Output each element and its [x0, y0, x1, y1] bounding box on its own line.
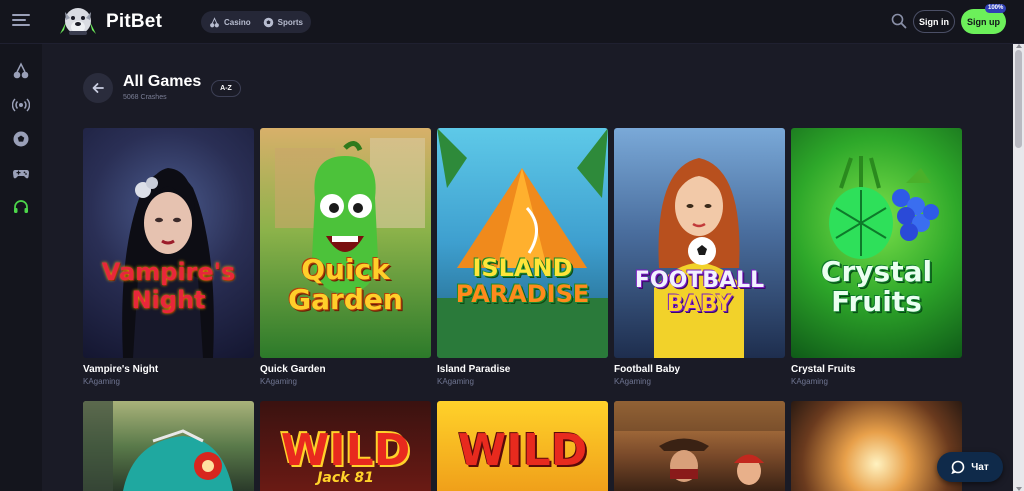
game-thumbnail	[614, 401, 785, 491]
headset-icon	[14, 200, 28, 213]
game-thumbnail: Vampire's Night	[83, 128, 254, 358]
game-art-subtitle: Night	[131, 286, 206, 314]
game-name: Football Baby	[614, 364, 681, 375]
sign-in-button[interactable]: Sign in	[913, 10, 955, 33]
game-art-subtitle: Jack 81	[317, 470, 374, 486]
game-provider: KAgaming	[791, 377, 828, 386]
top-bar: PitBet Casino Sports Sign in Sign up 100…	[0, 0, 1024, 44]
game-provider: KAgaming	[437, 377, 474, 386]
football-girl-illustration	[654, 158, 744, 358]
game-art-subtitle: BABY	[666, 292, 733, 317]
sidebar-item-games[interactable]	[12, 164, 30, 182]
game-provider: KAgaming	[260, 377, 297, 386]
game-tile-vampires-night[interactable]: Vampire's Night Vampire's Night KAgaming	[83, 128, 254, 386]
logo[interactable]: PitBet	[56, 4, 162, 40]
game-art-title: ISLAND	[472, 254, 573, 282]
page-scrollbar[interactable]	[1013, 44, 1024, 491]
game-art-title: Vampire's	[101, 258, 236, 286]
game-name: Island Paradise	[437, 364, 511, 375]
game-art-title: FOOTBALL	[634, 268, 765, 293]
logo-text: PitBet	[106, 11, 163, 32]
game-art-subtitle: Garden	[288, 283, 403, 316]
nav-casino-label: Casino	[224, 17, 251, 27]
search-icon[interactable]	[891, 13, 907, 29]
game-thumbnail: WILD Jack 81	[260, 401, 431, 491]
game-art-title: Crystal	[820, 255, 933, 288]
sort-az-button[interactable]: A-Z	[211, 80, 241, 97]
game-art-subtitle: PARADISE	[455, 280, 590, 308]
sidebar	[0, 44, 42, 491]
pitbull-logo-icon	[60, 8, 96, 35]
soccer-ball-icon	[263, 17, 273, 27]
top-nav: Casino Sports	[201, 11, 312, 33]
cherries-icon	[210, 16, 219, 27]
gamepad-icon	[13, 170, 29, 179]
cherries-icon	[13, 62, 29, 79]
scroll-up-arrow-icon[interactable]	[1016, 44, 1022, 48]
crystal-fruits-illustration	[829, 156, 939, 259]
game-thumbnail: WILD	[437, 401, 608, 491]
sidebar-item-support[interactable]	[12, 198, 30, 216]
sidebar-item-live[interactable]	[11, 96, 31, 114]
games-count: 5068 Crashes	[123, 94, 167, 101]
car-illustration	[83, 401, 233, 491]
pepper-illustration	[275, 138, 425, 293]
game-art-title: Quick	[301, 253, 390, 286]
game-name: Quick Garden	[260, 364, 326, 375]
back-button[interactable]	[83, 73, 113, 103]
page-title: All Games	[123, 73, 202, 90]
game-thumbnail: FOOTBALL BABY	[614, 128, 785, 358]
nav-casino[interactable]: Casino	[209, 16, 251, 28]
game-thumbnail: ISLAND PARADISE	[437, 128, 608, 358]
nav-sports[interactable]: Sports	[263, 17, 303, 28]
arrow-left-icon	[92, 83, 104, 93]
scroll-thumb[interactable]	[1015, 50, 1022, 148]
game-thumbnail	[791, 401, 962, 491]
game-thumbnail: Quick Garden	[260, 128, 431, 358]
sidebar-item-casino[interactable]	[12, 62, 30, 80]
live-broadcast-icon	[11, 98, 31, 112]
cowboy-illustration	[614, 401, 785, 485]
menu-icon[interactable]	[12, 14, 30, 28]
game-thumbnail: Crystal Fruits	[791, 128, 962, 358]
chat-button[interactable]: Чат	[937, 452, 1003, 482]
game-tile[interactable]	[83, 401, 254, 491]
game-art-subtitle: Fruits	[831, 285, 922, 318]
game-thumbnail	[83, 401, 254, 491]
game-provider: KAgaming	[614, 377, 651, 386]
app-root: PitBet Casino Sports Sign in Sign up 100…	[0, 0, 1024, 491]
game-name: Vampire's Night	[83, 364, 159, 375]
game-tile[interactable]	[791, 401, 962, 491]
game-tile-island-paradise[interactable]: ISLAND PARADISE Island Paradise KAgaming	[437, 128, 608, 386]
chat-bubble-icon	[951, 460, 965, 474]
soccer-ball-icon	[13, 131, 29, 147]
game-tile[interactable]	[614, 401, 785, 491]
game-art-title: WILD	[280, 425, 411, 476]
sidebar-item-sports[interactable]	[12, 130, 30, 148]
game-tile[interactable]: WILD Jack 81	[260, 401, 431, 491]
game-art-title: WILD	[457, 425, 588, 476]
bonus-badge: 100%	[985, 4, 1007, 13]
tent-illustration	[437, 128, 608, 358]
scroll-down-arrow-icon[interactable]	[1016, 487, 1022, 491]
game-tile-football-baby[interactable]: FOOTBALL BABY Football Baby KAgaming	[614, 128, 785, 386]
nav-sports-label: Sports	[277, 17, 304, 27]
game-tile[interactable]: WILD	[437, 401, 608, 491]
game-tile-crystal-fruits[interactable]: Crystal Fruits Crystal Fruits KAgaming	[791, 128, 962, 386]
game-name: Crystal Fruits	[791, 364, 856, 375]
game-provider: KAgaming	[83, 377, 120, 386]
chat-label: Чат	[971, 461, 989, 473]
game-tile-quick-garden[interactable]: Quick Garden Quick Garden KAgaming	[260, 128, 431, 386]
vampire-illustration	[122, 168, 214, 358]
